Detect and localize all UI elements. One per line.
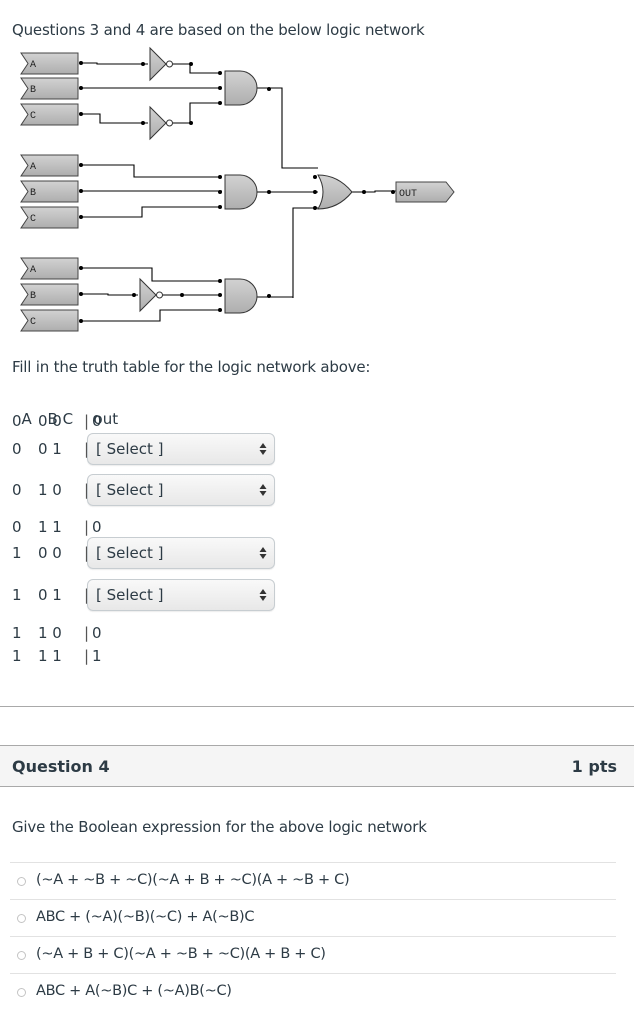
- cell-separator: |: [84, 624, 90, 642]
- cell-bc: 0 1: [38, 440, 62, 458]
- input-pin-c3-label: C: [30, 317, 36, 328]
- question4-header: Question 4 1 pts: [0, 745, 634, 787]
- truth-table-select[interactable]: [ Select ]: [87, 474, 275, 506]
- cell-a: 0: [12, 440, 22, 458]
- intro-text: Questions 3 and 4 are based on the below…: [12, 21, 425, 39]
- input-pin-a1: A: [20, 52, 79, 75]
- answer-label: ABC + A(~B)C + (~A)B(~C): [36, 983, 232, 999]
- input-pin-b2-label: B: [30, 188, 36, 199]
- cell-a: 0: [12, 481, 22, 499]
- radio-button[interactable]: [17, 988, 26, 997]
- cell-a: 1: [12, 624, 22, 642]
- cell-out: 0: [92, 412, 102, 430]
- input-pins-group-3: A B C: [20, 257, 79, 332]
- cell-a: 1: [12, 544, 22, 562]
- truth-table-row: 10 1|: [12, 585, 92, 605]
- input-pin-a2: A: [20, 154, 79, 177]
- cell-bc: 0 0: [38, 544, 62, 562]
- truth-table-row: 10 0|: [12, 543, 92, 563]
- answer-label: (~A + B + C)(~A + ~B + ~C)(A + B + C): [36, 946, 326, 962]
- output-pin-out: OUT: [395, 181, 455, 203]
- cell-bc: 0 0: [38, 412, 62, 430]
- not-gate-b3: [139, 277, 163, 313]
- input-pin-a1-label: A: [30, 60, 36, 71]
- output-pin-label: OUT: [399, 189, 417, 200]
- question4-prompt: Give the Boolean expression for the abov…: [12, 818, 427, 836]
- truth-table-row: 1 1 0 | 0: [12, 623, 102, 643]
- up-down-arrows-icon: [259, 547, 267, 559]
- truth-table-select[interactable]: [ Select ]: [87, 537, 275, 569]
- input-pin-c3: C: [20, 309, 79, 332]
- input-pin-b3: B: [20, 283, 79, 306]
- cell-bc: 1 1: [38, 518, 62, 536]
- input-pins-group-2: A B C: [20, 154, 79, 229]
- input-pin-c1: C: [20, 103, 79, 126]
- input-pin-c1-label: C: [30, 111, 36, 122]
- input-pin-c2-label: C: [30, 214, 36, 225]
- and-gate-2: [224, 174, 258, 210]
- not-gate-a1: [149, 46, 173, 82]
- select-value: [ Select ]: [96, 481, 164, 499]
- truth-table-row: 00 0 | 0: [12, 411, 102, 431]
- answer-option[interactable]: (~A + ~B + ~C)(~A + B + ~C)(A + ~B + C): [10, 862, 616, 899]
- truth-table-select[interactable]: [ Select ]: [87, 433, 275, 465]
- and-gate-1: [224, 70, 258, 106]
- cell-out: 1: [92, 647, 102, 665]
- input-pin-b1: B: [20, 77, 79, 100]
- question4-points: 1 pts: [571, 757, 617, 776]
- cell-separator: |: [84, 518, 90, 536]
- input-pin-a2-label: A: [30, 162, 36, 173]
- answer-option[interactable]: ABC + A(~B)C + (~A)B(~C): [10, 973, 616, 1010]
- cell-bc: 1 1: [38, 647, 62, 665]
- cell-a: 1: [12, 586, 22, 604]
- up-down-arrows-icon: [259, 443, 267, 455]
- input-pin-b3-label: B: [30, 291, 36, 302]
- question-divider: [0, 706, 634, 707]
- logic-network-diagram: A B C A B C A B C OUT: [20, 46, 455, 332]
- input-pin-a3: A: [20, 257, 79, 280]
- truth-table-select[interactable]: [ Select ]: [87, 579, 275, 611]
- input-pins-group-1: A B C: [20, 52, 79, 126]
- answer-option[interactable]: (~A + B + C)(~A + ~B + ~C)(A + B + C): [10, 936, 616, 973]
- radio-button[interactable]: [17, 951, 26, 960]
- select-value: [ Select ]: [96, 586, 164, 604]
- radio-button[interactable]: [17, 877, 26, 886]
- cell-bc: 0 1: [38, 586, 62, 604]
- cell-a: 0: [12, 518, 22, 536]
- select-value: [ Select ]: [96, 544, 164, 562]
- and-gate-3: [224, 278, 258, 314]
- answer-option[interactable]: ABC + (~A)(~B)(~C) + A(~B)C: [10, 899, 616, 936]
- question3-prompt: Fill in the truth table for the logic ne…: [12, 358, 371, 376]
- cell-out: 0: [92, 624, 102, 642]
- or-gate: [317, 174, 353, 210]
- truth-table-header: AB Cout: [12, 389, 119, 428]
- up-down-arrows-icon: [259, 589, 267, 601]
- answer-label: ABC + (~A)(~B)(~C) + A(~B)C: [36, 909, 255, 925]
- answer-label: (~A + ~B + ~C)(~A + B + ~C)(A + ~B + C): [36, 872, 350, 888]
- cell-separator: |: [84, 412, 90, 430]
- select-value: [ Select ]: [96, 440, 164, 458]
- input-pin-c2: C: [20, 206, 79, 229]
- cell-a: 0: [12, 412, 22, 430]
- cell-out: 0: [92, 518, 102, 536]
- cell-a: 1: [12, 647, 22, 665]
- input-pin-b1-label: B: [30, 85, 36, 96]
- input-pin-b2: B: [20, 180, 79, 203]
- up-down-arrows-icon: [259, 484, 267, 496]
- input-pin-a3-label: A: [30, 265, 36, 276]
- not-gate-c1: [149, 105, 173, 141]
- radio-button[interactable]: [17, 914, 26, 923]
- truth-table-row: 01 0|: [12, 480, 92, 500]
- truth-table-row: 00 1|: [12, 439, 92, 459]
- truth-table-row: 01 1 | 0: [12, 517, 102, 537]
- cell-bc: 1 0: [38, 481, 62, 499]
- truth-table-row: 11 1 | 1: [12, 646, 102, 666]
- cell-separator: |: [84, 647, 90, 665]
- question4-title: Question 4: [12, 757, 110, 776]
- cell-bc: 1 0: [38, 624, 62, 642]
